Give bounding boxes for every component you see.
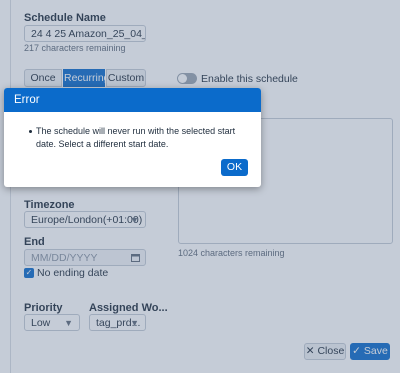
ok-button[interactable]: OK <box>221 159 248 176</box>
dialog-message: The schedule will never run with the sel… <box>36 126 236 149</box>
dialog-title: Error <box>4 88 261 112</box>
bullet-icon <box>29 130 32 133</box>
